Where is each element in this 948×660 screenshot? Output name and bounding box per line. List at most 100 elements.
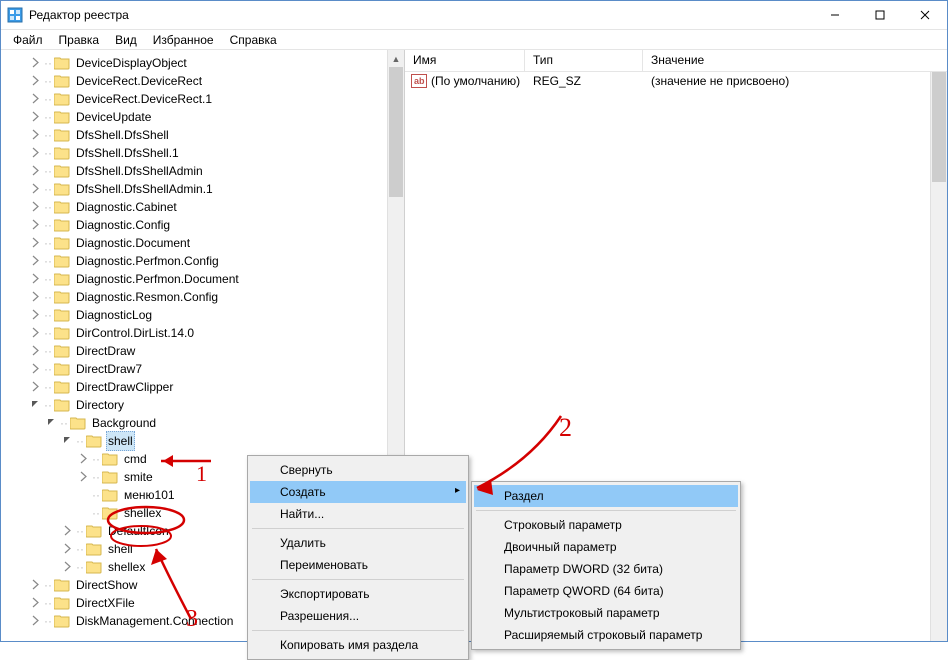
expand-icon[interactable] — [29, 75, 42, 88]
close-button[interactable] — [902, 1, 947, 30]
tree-node-label[interactable]: DfsShell.DfsShellAdmin — [74, 162, 205, 180]
expand-icon[interactable] — [29, 201, 42, 214]
expand-icon[interactable] — [29, 345, 42, 358]
expand-icon[interactable] — [61, 525, 74, 538]
ctx2-dword[interactable]: Параметр DWORD (32 бита) — [474, 558, 738, 580]
expand-icon[interactable] — [29, 165, 42, 178]
tree-node-label[interactable]: Diagnostic.Document — [74, 234, 192, 252]
expand-icon[interactable] — [29, 93, 42, 106]
ctx-copy-key-name[interactable]: Копировать имя раздела — [250, 634, 466, 656]
tree-node[interactable]: ··DirectDraw7 — [1, 360, 404, 378]
expand-icon[interactable] — [77, 453, 90, 466]
tree-node[interactable]: ··Diagnostic.Perfmon.Config — [1, 252, 404, 270]
expand-icon[interactable] — [61, 561, 74, 574]
expand-icon[interactable] — [77, 471, 90, 484]
menu-edit[interactable]: Правка — [53, 31, 106, 49]
expand-icon[interactable] — [29, 147, 42, 160]
tree-node[interactable]: ··DfsShell.DfsShellAdmin — [1, 162, 404, 180]
tree-node-label[interactable]: DeviceUpdate — [74, 108, 153, 126]
tree-node-label[interactable]: shellex — [106, 558, 147, 576]
ctx2-string[interactable]: Строковый параметр — [474, 514, 738, 536]
collapse-icon[interactable] — [45, 417, 58, 430]
ctx-export[interactable]: Экспортировать — [250, 583, 466, 605]
tree-node-label[interactable]: smite — [122, 468, 155, 486]
ctx-delete[interactable]: Удалить — [250, 532, 466, 554]
tree-node[interactable]: ··Background — [1, 414, 404, 432]
tree-node[interactable]: ··Diagnostic.Config — [1, 216, 404, 234]
expand-icon[interactable] — [29, 327, 42, 340]
ctx-find[interactable]: Найти... — [250, 503, 466, 525]
tree-node-label[interactable]: DfsShell.DfsShellAdmin.1 — [74, 180, 215, 198]
ctx-new[interactable]: Создать ▸ — [250, 481, 466, 503]
tree-node-label[interactable]: DirectDrawClipper — [74, 378, 175, 396]
tree-node[interactable]: ··DfsShell.DfsShell — [1, 126, 404, 144]
tree-node[interactable]: ··Diagnostic.Document — [1, 234, 404, 252]
tree-node-label[interactable]: Diagnostic.Perfmon.Document — [74, 270, 241, 288]
collapse-icon[interactable] — [29, 399, 42, 412]
expand-icon[interactable] — [29, 255, 42, 268]
tree-node[interactable]: ··DfsShell.DfsShellAdmin.1 — [1, 180, 404, 198]
expand-icon[interactable] — [29, 183, 42, 196]
ctx2-qword[interactable]: Параметр QWORD (64 бита) — [474, 580, 738, 602]
maximize-button[interactable] — [857, 1, 902, 30]
tree-node-label[interactable]: DirectXFile — [74, 594, 137, 612]
tree-node[interactable]: ··DeviceRect.DeviceRect.1 — [1, 90, 404, 108]
tree-node-label[interactable]: Diagnostic.Cabinet — [74, 198, 179, 216]
tree-node[interactable]: ··DfsShell.DfsShell.1 — [1, 144, 404, 162]
menu-favorites[interactable]: Избранное — [147, 31, 220, 49]
tree-node-label[interactable]: Diagnostic.Config — [74, 216, 172, 234]
scroll-thumb[interactable] — [389, 67, 403, 197]
tree-node[interactable]: ··DeviceDisplayObject — [1, 54, 404, 72]
expand-icon[interactable] — [29, 219, 42, 232]
tree-node-label[interactable]: DefaultIcon — [106, 522, 171, 540]
tree-node[interactable]: ··Diagnostic.Resmon.Config — [1, 288, 404, 306]
expand-icon[interactable] — [29, 273, 42, 286]
tree-node-label[interactable]: DirControl.DirList.14.0 — [74, 324, 196, 342]
tree-node-label[interactable]: shell — [106, 540, 135, 558]
col-name[interactable]: Имя — [405, 50, 525, 71]
ctx2-expstring[interactable]: Расширяемый строковый параметр — [474, 624, 738, 646]
tree-node-label[interactable]: DeviceRect.DeviceRect.1 — [74, 90, 214, 108]
values-scroll-thumb[interactable] — [932, 72, 946, 182]
menu-help[interactable]: Справка — [224, 31, 283, 49]
tree-node-label[interactable]: Diagnostic.Resmon.Config — [74, 288, 220, 306]
tree-node[interactable]: ··DeviceUpdate — [1, 108, 404, 126]
tree-node[interactable]: ··DirectDrawClipper — [1, 378, 404, 396]
tree-node-label[interactable]: DirectDraw — [74, 342, 137, 360]
ctx2-multistring[interactable]: Мультистроковый параметр — [474, 602, 738, 624]
tree-node[interactable]: ··Directory — [1, 396, 404, 414]
expand-icon[interactable] — [29, 597, 42, 610]
tree-node-label[interactable]: DeviceDisplayObject — [74, 54, 189, 72]
tree-node[interactable]: ··Diagnostic.Cabinet — [1, 198, 404, 216]
col-type[interactable]: Тип — [525, 50, 643, 71]
expand-icon[interactable] — [29, 291, 42, 304]
tree-node-label[interactable]: Background — [90, 414, 158, 432]
tree-node-label[interactable]: Directory — [74, 396, 126, 414]
tree-node-label[interactable]: shell — [106, 431, 135, 451]
expand-icon[interactable] — [61, 543, 74, 556]
expand-icon[interactable] — [29, 111, 42, 124]
ctx-permissions[interactable]: Разрешения... — [250, 605, 466, 627]
scroll-up-icon[interactable]: ▲ — [388, 50, 404, 67]
tree-node[interactable]: ··DirectDraw — [1, 342, 404, 360]
ctx-collapse[interactable]: Свернуть — [250, 459, 466, 481]
tree-node-label[interactable]: shellex — [122, 504, 163, 522]
expand-icon[interactable] — [29, 57, 42, 70]
tree-node[interactable]: ··Diagnostic.Perfmon.Document — [1, 270, 404, 288]
tree-node[interactable]: ··DeviceRect.DeviceRect — [1, 72, 404, 90]
tree-node-label[interactable]: DiskManagement.Connection — [74, 612, 235, 630]
menu-file[interactable]: Файл — [7, 31, 49, 49]
tree-node-label[interactable]: DfsShell.DfsShell.1 — [74, 144, 181, 162]
ctx2-binary[interactable]: Двоичный параметр — [474, 536, 738, 558]
menu-view[interactable]: Вид — [109, 31, 143, 49]
expand-icon[interactable] — [29, 237, 42, 250]
value-row[interactable]: ab (По умолчанию) REG_SZ (значение не пр… — [405, 72, 947, 90]
expand-icon[interactable] — [29, 381, 42, 394]
ctx2-key[interactable]: Раздел — [474, 485, 738, 507]
tree-node-label[interactable]: DirectShow — [74, 576, 139, 594]
minimize-button[interactable] — [812, 1, 857, 30]
tree-node-label[interactable]: DeviceRect.DeviceRect — [74, 72, 204, 90]
expand-icon[interactable] — [29, 363, 42, 376]
tree-node[interactable]: ··shell — [1, 432, 404, 450]
expand-icon[interactable] — [29, 615, 42, 628]
